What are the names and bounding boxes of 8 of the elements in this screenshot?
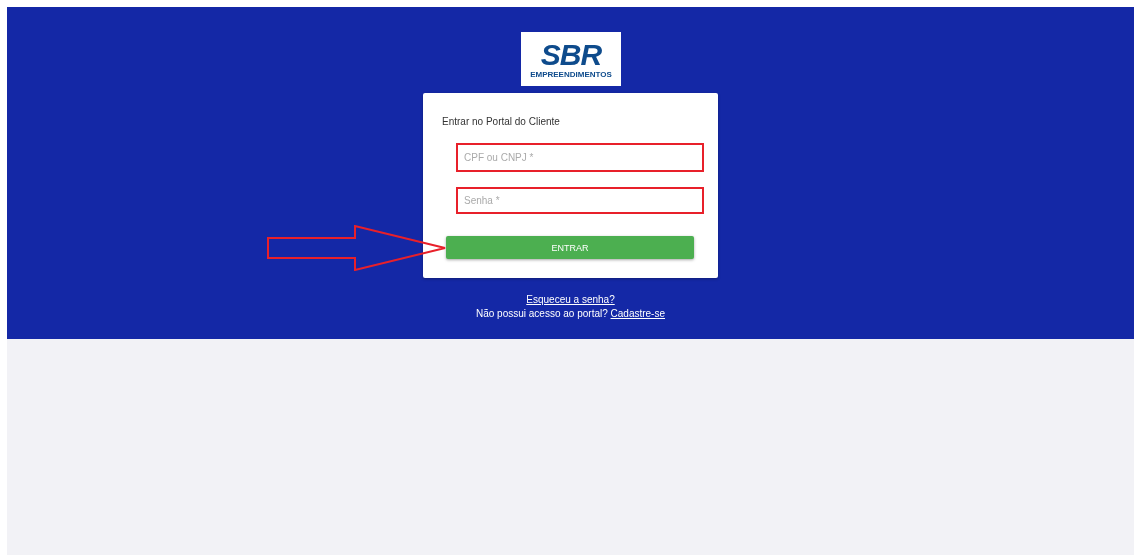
input-field[interactable]: CPF ou CNPJ *: [456, 143, 704, 172]
card-title: Entrar no Portal do Cliente: [442, 116, 560, 127]
forgot-password-link[interactable]: Esqueceu a senha?: [526, 294, 615, 305]
signup-link[interactable]: Cadastre-se: [610, 308, 665, 319]
signup-prompt: Não possui acesso ao portal?: [476, 308, 608, 319]
logo-tagline: EMPREENDIMENTOS: [530, 69, 612, 79]
input-field[interactable]: Senha *: [456, 187, 704, 214]
logo-name: SBR: [540, 39, 602, 70]
